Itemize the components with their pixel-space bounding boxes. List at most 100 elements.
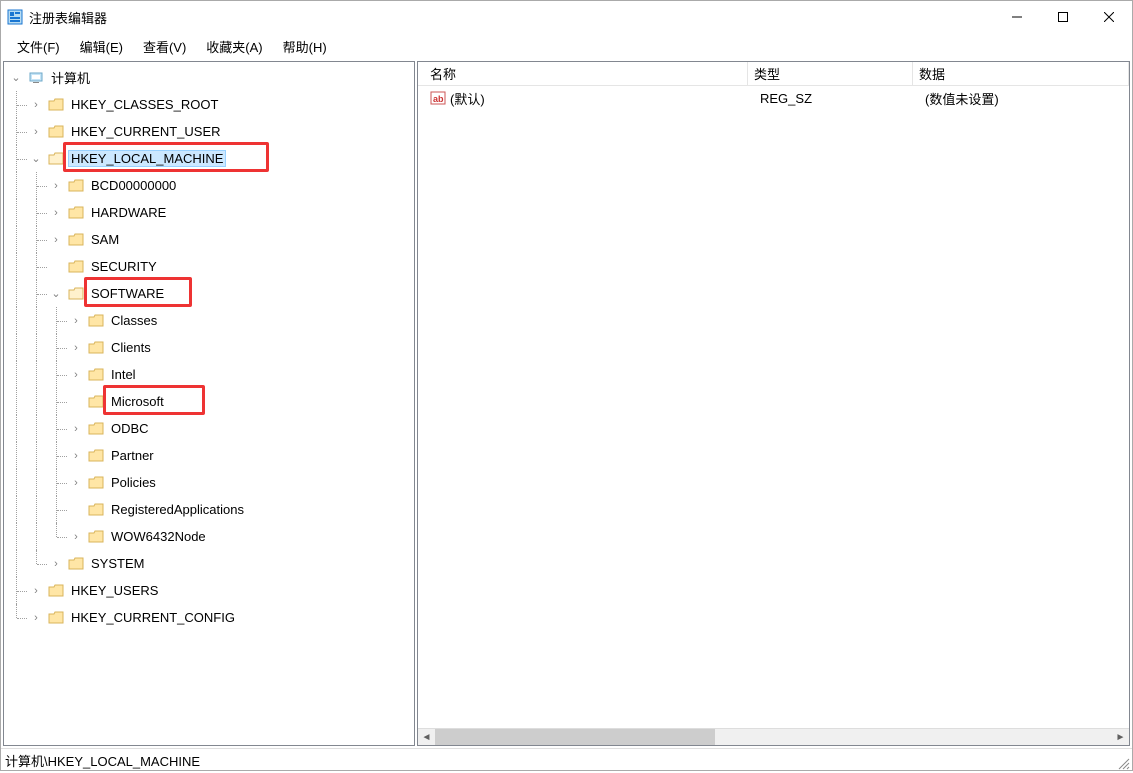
tree-node-hklm[interactable]: ⌄ HKEY_LOCAL_MACHINE — [8, 145, 414, 172]
tree-label: 计算机 — [48, 67, 93, 88]
chevron-right-icon[interactable]: › — [48, 232, 64, 248]
tree-label: Clients — [108, 339, 154, 356]
folder-icon — [48, 583, 64, 599]
values-panel: 名称 类型 数据 ab (默认) REG_SZ (数值未设置) ◄ ► — [417, 61, 1130, 746]
column-header-type[interactable]: 类型 — [748, 62, 913, 85]
tree-label: WOW6432Node — [108, 528, 209, 545]
folder-icon — [88, 421, 104, 437]
scroll-thumb[interactable] — [435, 729, 715, 745]
tree-node-hkcr[interactable]: › HKEY_CLASSES_ROOT — [8, 91, 414, 118]
close-button[interactable] — [1086, 1, 1132, 33]
column-header-data[interactable]: 数据 — [913, 62, 1129, 85]
tree-node-clients[interactable]: › Clients — [8, 334, 414, 361]
tree-node-odbc[interactable]: › ODBC — [8, 415, 414, 442]
title-bar: 注册表编辑器 — [1, 1, 1132, 33]
size-grip-icon[interactable] — [1116, 756, 1130, 770]
tree-node-sam[interactable]: › SAM — [8, 226, 414, 253]
tree-label: RegisteredApplications — [108, 501, 247, 518]
folder-icon — [88, 340, 104, 356]
tree-node-hku[interactable]: › HKEY_USERS — [8, 577, 414, 604]
chevron-right-icon[interactable]: › — [68, 367, 84, 383]
folder-icon — [88, 502, 104, 518]
tree-label: HARDWARE — [88, 204, 169, 221]
chevron-right-icon[interactable]: › — [68, 421, 84, 437]
tree-node-policies[interactable]: › Policies — [8, 469, 414, 496]
listview-body: ab (默认) REG_SZ (数值未设置) — [418, 86, 1129, 728]
tree-label: SOFTWARE — [88, 285, 167, 302]
tree-node-hkcu[interactable]: › HKEY_CURRENT_USER — [8, 118, 414, 145]
tree-node-partner[interactable]: › Partner — [8, 442, 414, 469]
chevron-right-icon[interactable]: › — [28, 97, 44, 113]
menu-bar: 文件(F) 编辑(E) 查看(V) 收藏夹(A) 帮助(H) — [1, 33, 1132, 59]
tree-label: HKEY_CLASSES_ROOT — [68, 96, 221, 113]
tree-node-hardware[interactable]: › HARDWARE — [8, 199, 414, 226]
chevron-right-icon[interactable]: › — [48, 178, 64, 194]
value-name: (默认) — [450, 89, 485, 108]
tree-node-bcd[interactable]: › BCD00000000 — [8, 172, 414, 199]
computer-icon — [28, 70, 44, 86]
chevron-right-icon[interactable]: › — [68, 448, 84, 464]
chevron-right-icon[interactable]: › — [68, 529, 84, 545]
tree-panel: ⌄ 计算机 › HKEY_CLASSES_ROOT — [3, 61, 415, 746]
folder-icon — [68, 178, 84, 194]
chevron-down-icon[interactable]: ⌄ — [28, 151, 44, 167]
tree-label: SECURITY — [88, 258, 160, 275]
minimize-button[interactable] — [994, 1, 1040, 33]
folder-icon — [88, 367, 104, 383]
menu-help[interactable]: 帮助(H) — [273, 35, 337, 58]
app-icon — [7, 9, 23, 25]
tree-label: Intel — [108, 366, 139, 383]
chevron-right-icon[interactable]: › — [68, 475, 84, 491]
listview-header: 名称 类型 数据 — [418, 62, 1129, 86]
tree-label: HKEY_LOCAL_MACHINE — [68, 150, 226, 167]
menu-view[interactable]: 查看(V) — [133, 35, 196, 58]
chevron-right-icon[interactable]: › — [68, 313, 84, 329]
tree-node-software[interactable]: ⌄ SOFTWARE — [8, 280, 414, 307]
status-path: 计算机\HKEY_LOCAL_MACHINE — [5, 751, 200, 770]
menu-file[interactable]: 文件(F) — [7, 35, 70, 58]
folder-icon — [48, 124, 64, 140]
scroll-right-icon[interactable]: ► — [1112, 729, 1129, 746]
chevron-down-icon[interactable]: ⌄ — [8, 70, 24, 86]
folder-icon — [88, 394, 104, 410]
status-bar: 计算机\HKEY_LOCAL_MACHINE — [1, 748, 1132, 772]
folder-icon — [88, 475, 104, 491]
chevron-right-icon[interactable]: › — [28, 124, 44, 140]
tree-node-regapps[interactable]: RegisteredApplications — [8, 496, 414, 523]
maximize-button[interactable] — [1040, 1, 1086, 33]
folder-icon — [68, 556, 84, 572]
tree-node-microsoft[interactable]: Microsoft — [8, 388, 414, 415]
folder-icon — [88, 529, 104, 545]
chevron-right-icon[interactable]: › — [68, 340, 84, 356]
tree-node-classes[interactable]: › Classes — [8, 307, 414, 334]
folder-icon — [68, 205, 84, 221]
window-controls — [994, 1, 1132, 33]
chevron-down-icon[interactable]: ⌄ — [48, 286, 64, 302]
chevron-right-icon[interactable]: › — [48, 205, 64, 221]
tree-node-security[interactable]: SECURITY — [8, 253, 414, 280]
column-header-name[interactable]: 名称 — [418, 62, 748, 85]
chevron-right-icon[interactable]: › — [28, 610, 44, 626]
menu-favorites[interactable]: 收藏夹(A) — [196, 35, 272, 58]
tree-node-wow64[interactable]: › WOW6432Node — [8, 523, 414, 550]
scroll-left-icon[interactable]: ◄ — [418, 729, 435, 746]
horizontal-scrollbar[interactable]: ◄ ► — [418, 728, 1129, 745]
tree-node-system[interactable]: › SYSTEM — [8, 550, 414, 577]
chevron-right-icon[interactable]: › — [48, 556, 64, 572]
tree-node-hkcc[interactable]: › HKEY_CURRENT_CONFIG — [8, 604, 414, 631]
tree-label: Policies — [108, 474, 159, 491]
folder-open-icon — [48, 151, 64, 167]
scroll-track[interactable] — [435, 729, 1112, 745]
folder-icon — [68, 232, 84, 248]
tree-label: HKEY_CURRENT_USER — [68, 123, 224, 140]
tree-node-computer[interactable]: ⌄ 计算机 — [8, 64, 414, 91]
tree-label: SAM — [88, 231, 122, 248]
tree-label: Partner — [108, 447, 157, 464]
menu-edit[interactable]: 编辑(E) — [70, 35, 133, 58]
listview-row[interactable]: ab (默认) REG_SZ (数值未设置) — [418, 86, 1129, 110]
value-data: (数值未设置) — [919, 89, 1129, 108]
folder-icon — [68, 259, 84, 275]
tree-label: Microsoft — [108, 393, 167, 410]
tree-node-intel[interactable]: › Intel — [8, 361, 414, 388]
chevron-right-icon[interactable]: › — [28, 583, 44, 599]
